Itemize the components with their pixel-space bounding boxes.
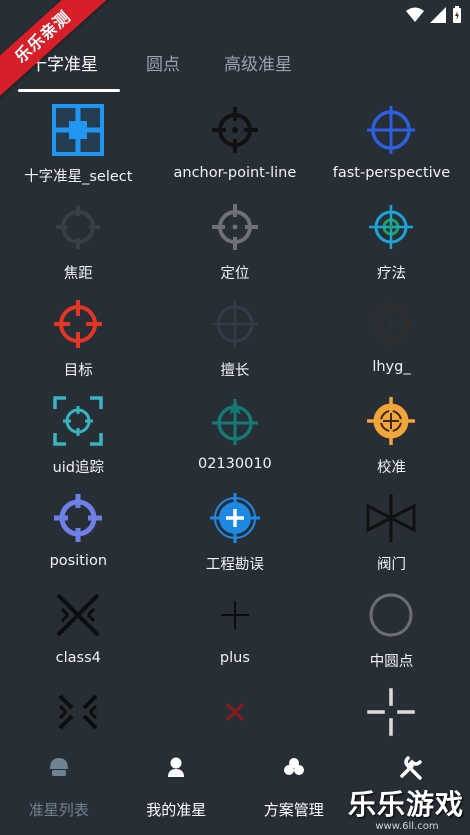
x-arrows-icon bbox=[52, 589, 104, 641]
grid-row: 十字准星_select anchor-point-line fast-persp… bbox=[0, 96, 470, 193]
blue-circle-crosshair-icon bbox=[365, 104, 417, 156]
grid-row: 焦距 定位 疗法 bbox=[0, 193, 470, 290]
crosshair-item[interactable]: uid追踪 bbox=[0, 387, 157, 484]
orange-filled-crosshair-icon bbox=[365, 395, 417, 447]
gray-circle-crosshair-icon bbox=[209, 201, 261, 253]
blue-plus-circle-icon bbox=[209, 492, 261, 544]
purple-circle-crosshair-icon bbox=[52, 492, 104, 544]
crosshair-label: fast-perspective bbox=[332, 165, 451, 181]
nav-label: 准星列表 bbox=[28, 801, 89, 819]
crosshair-label: 十字准星_select bbox=[24, 169, 133, 185]
grid-row: 目标 擅长 lhyg_ bbox=[0, 290, 470, 387]
grid-row: class4 plus 中圆点 bbox=[0, 581, 470, 678]
tab-dot[interactable]: 圆点 bbox=[124, 42, 202, 88]
teal-bracket-crosshair-icon bbox=[52, 395, 104, 447]
crosshair-item[interactable] bbox=[313, 678, 470, 741]
nav-crosshair-list[interactable]: 准星列表 bbox=[0, 741, 118, 835]
gray-ring-icon bbox=[365, 589, 417, 641]
faint-circle-crosshair-icon bbox=[209, 298, 261, 350]
crosshair-label: 擅长 bbox=[220, 363, 250, 379]
cloud-icon bbox=[280, 753, 308, 781]
crosshair-item[interactable]: 擅长 bbox=[157, 290, 314, 387]
teal-arrow-crosshair-icon bbox=[209, 395, 261, 447]
crosshair-grid: 十字准星_select anchor-point-line fast-persp… bbox=[0, 96, 470, 741]
grid-row: position 工程勘误 阀门 bbox=[0, 484, 470, 581]
x-arrows-small-icon bbox=[52, 686, 104, 738]
crosshair-item[interactable]: 工程勘误 bbox=[157, 484, 314, 581]
red-x-icon bbox=[209, 686, 261, 738]
crosshair-item[interactable] bbox=[0, 678, 157, 741]
crosshair-item[interactable]: 校准 bbox=[313, 387, 470, 484]
wifi-icon bbox=[406, 7, 424, 22]
grid-row: uid追踪 02130010 校准 bbox=[0, 387, 470, 484]
crosshair-label: class4 bbox=[55, 650, 101, 666]
gap-cross-icon bbox=[365, 686, 417, 738]
nav-my-crosshair[interactable]: 我的准星 bbox=[118, 741, 236, 835]
crosshair-item[interactable]: 中圆点 bbox=[313, 581, 470, 678]
crosshair-label: lhyg_ bbox=[372, 359, 411, 375]
crosshair-item[interactable]: fast-perspective bbox=[313, 96, 470, 193]
crosshair-item[interactable] bbox=[157, 678, 314, 741]
battery-icon bbox=[453, 6, 461, 23]
crosshair-item[interactable]: anchor-point-line bbox=[157, 96, 314, 193]
crosshair-item[interactable]: 定位 bbox=[157, 193, 314, 290]
crosshair-item[interactable]: position bbox=[0, 484, 157, 581]
nav-label: 我的准星 bbox=[146, 801, 207, 819]
blue-square-crosshair-icon bbox=[52, 104, 105, 156]
crosshair-label: 疗法 bbox=[376, 266, 406, 282]
crosshair-item[interactable]: 焦距 bbox=[0, 193, 157, 290]
crosshair-item[interactable]: 目标 bbox=[0, 290, 157, 387]
crosshair-label: plus bbox=[219, 650, 250, 666]
tab-bar: 十字准星 圆点 高级准星 bbox=[0, 40, 470, 92]
crosshair-item[interactable]: class4 bbox=[0, 581, 157, 678]
helmet-icon bbox=[45, 753, 73, 781]
crosshair-item[interactable]: 疗法 bbox=[313, 193, 470, 290]
tools-icon bbox=[397, 753, 425, 781]
crosshair-label: 02130010 bbox=[197, 456, 272, 472]
black-circle-crosshair-icon bbox=[209, 104, 261, 156]
nav-label: 方案管理 bbox=[263, 801, 324, 819]
crosshair-item[interactable]: plus bbox=[157, 581, 314, 678]
app-root: 十字准星 圆点 高级准星 乐乐亲测 十字准星_select anchor-poi… bbox=[0, 0, 470, 835]
brand-watermark: 乐乐游戏 www.6ll.com bbox=[348, 783, 466, 832]
person-icon bbox=[162, 753, 190, 781]
grid-row bbox=[0, 678, 470, 741]
crosshair-label: uid追踪 bbox=[52, 460, 105, 476]
crosshair-item[interactable]: 十字准星_select bbox=[0, 96, 157, 193]
crosshair-label: 定位 bbox=[220, 266, 250, 282]
crosshair-label: position bbox=[49, 553, 108, 569]
dark-plus-crosshair-icon bbox=[365, 298, 417, 350]
cyan-green-crosshair-icon bbox=[365, 201, 417, 253]
dark-circle-crosshair-icon bbox=[52, 201, 104, 253]
crosshair-label: 校准 bbox=[376, 460, 406, 476]
crosshair-label: 工程勘误 bbox=[205, 557, 264, 573]
crosshair-label: 焦距 bbox=[63, 266, 93, 282]
crosshair-item[interactable]: 02130010 bbox=[157, 387, 314, 484]
signal-icon bbox=[430, 7, 446, 23]
brand-name: 乐乐游戏 bbox=[348, 788, 465, 821]
crosshair-label: 阀门 bbox=[376, 557, 406, 573]
crosshair-item[interactable]: lhyg_ bbox=[313, 290, 470, 387]
tab-advanced-crosshair[interactable]: 高级准星 bbox=[202, 42, 314, 88]
thin-plus-icon bbox=[209, 589, 261, 641]
nav-plan-management[interactable]: 方案管理 bbox=[235, 741, 353, 835]
crosshair-item[interactable]: 阀门 bbox=[313, 484, 470, 581]
valve-icon bbox=[365, 492, 417, 544]
crosshair-label: anchor-point-line bbox=[173, 165, 297, 181]
red-circle-crosshair-icon bbox=[52, 298, 104, 350]
crosshair-label: 中圆点 bbox=[369, 654, 414, 670]
crosshair-label: 目标 bbox=[63, 363, 93, 379]
